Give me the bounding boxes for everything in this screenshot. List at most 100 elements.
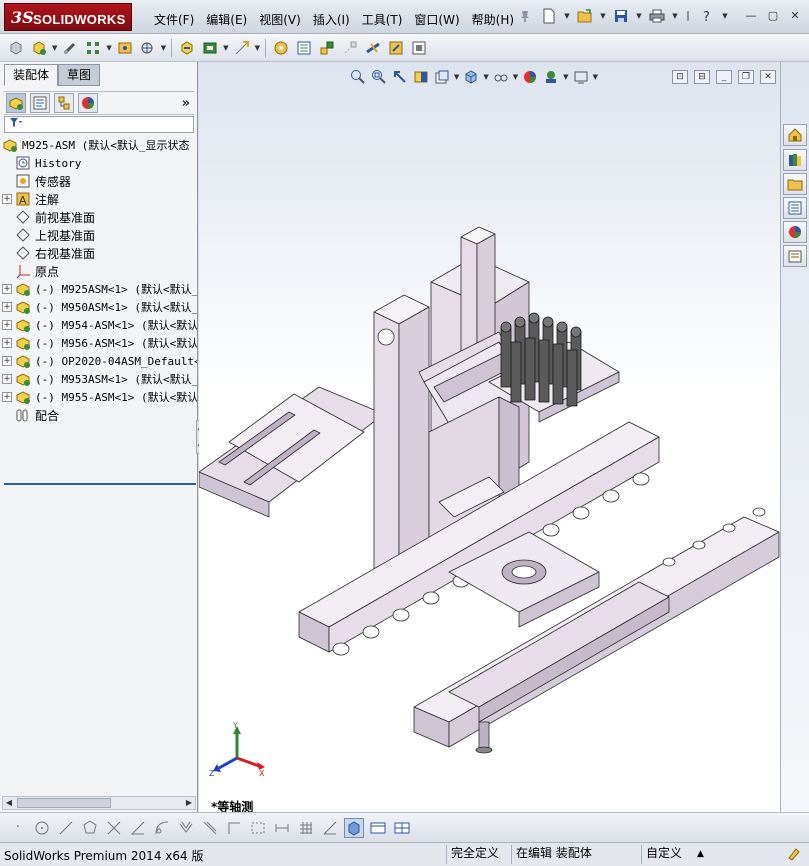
- corner-icon[interactable]: [224, 818, 244, 838]
- shaded-view-icon[interactable]: [344, 817, 364, 838]
- expand-icon[interactable]: +: [2, 356, 12, 366]
- menu-edit[interactable]: 编辑(E): [200, 9, 253, 30]
- feature-tree-filter[interactable]: [4, 116, 194, 133]
- menu-window[interactable]: 窗口(W): [408, 9, 465, 30]
- circle-icon[interactable]: [32, 818, 52, 838]
- restore-icon[interactable]: ▢: [765, 8, 781, 24]
- angle-relation-icon[interactable]: [320, 818, 340, 838]
- close-icon[interactable]: ✕: [787, 8, 803, 24]
- clearance-verification-icon[interactable]: [386, 38, 406, 58]
- view-orientation-dropdown-icon[interactable]: ▼: [454, 73, 459, 81]
- reference-dropdown-icon[interactable]: ▼: [255, 44, 260, 52]
- display-manager-tab-icon[interactable]: [78, 93, 98, 113]
- hide-show-dropdown-icon[interactable]: ▼: [513, 73, 518, 81]
- instant3d-icon[interactable]: [409, 38, 429, 58]
- tree-item[interactable]: 传感器: [2, 172, 197, 190]
- solidworks-logo[interactable]: 3S SOLIDWORKS: [4, 3, 132, 31]
- open-dropdown-icon[interactable]: ▼: [599, 12, 607, 20]
- exploded-view-icon[interactable]: [317, 38, 337, 58]
- point-icon[interactable]: ·: [8, 818, 28, 838]
- viewport-minimize-icon[interactable]: _: [716, 70, 732, 84]
- tree-item[interactable]: + (-) M953ASM<1> (默认<默认_: [2, 370, 197, 388]
- print-dropdown-icon[interactable]: ▼: [671, 12, 679, 20]
- tree-root-assembly[interactable]: M925-ASM (默认<默认_显示状态: [2, 136, 197, 154]
- expand-icon[interactable]: +: [2, 338, 12, 348]
- tree-item[interactable]: + (-) M954-ASM<1> (默认<默认: [2, 316, 197, 334]
- new-dropdown-icon[interactable]: ▼: [563, 12, 571, 20]
- viewport-close-icon[interactable]: ✕: [760, 70, 776, 84]
- open-icon[interactable]: [575, 6, 595, 26]
- scroll-thumb[interactable]: [17, 798, 111, 808]
- menu-tools[interactable]: 工具(T): [356, 9, 409, 30]
- expand-icon[interactable]: +: [2, 302, 12, 312]
- feature-manager-tab-icon[interactable]: [6, 93, 26, 113]
- component-dropdown-icon[interactable]: ▼: [52, 44, 57, 52]
- print-icon[interactable]: [647, 6, 667, 26]
- offset-icon[interactable]: [176, 818, 196, 838]
- tab-sketch[interactable]: 草图: [58, 64, 101, 86]
- options-icon[interactable]: [683, 6, 693, 26]
- menu-help[interactable]: 帮助(H): [466, 9, 520, 30]
- show-hidden-components-icon[interactable]: [177, 38, 197, 58]
- save-icon[interactable]: [611, 6, 631, 26]
- viewport-tile-icon[interactable]: ⊡: [672, 70, 688, 84]
- appearances-scenes-icon[interactable]: [783, 221, 807, 243]
- pin-icon[interactable]: [515, 6, 535, 26]
- new-motion-study-icon[interactable]: [271, 38, 291, 58]
- move-component-icon[interactable]: [138, 38, 158, 58]
- polygon-icon[interactable]: [80, 818, 100, 838]
- display-style-dropdown-icon[interactable]: ▼: [483, 73, 488, 81]
- edit-appearance-icon[interactable]: [521, 68, 539, 86]
- bill-of-materials-icon[interactable]: [294, 38, 314, 58]
- zoom-to-fit-icon[interactable]: [349, 68, 367, 86]
- zoom-to-area-icon[interactable]: [370, 68, 388, 86]
- menu-insert[interactable]: 插入(I): [307, 9, 356, 30]
- graphics-area[interactable]: ▼ ▼ ▼ ▼ ▼ ⊡ ⊟ _ ❐ ✕ Y X Z *等轴测: [199, 62, 780, 812]
- rectangle-icon[interactable]: [248, 818, 268, 838]
- configuration-manager-tab-icon[interactable]: [54, 93, 74, 113]
- new-document-icon[interactable]: [539, 6, 559, 26]
- view-settings-dropdown-icon[interactable]: ▼: [593, 73, 598, 81]
- smart-fasteners-icon[interactable]: [115, 38, 135, 58]
- save-dropdown-icon[interactable]: ▼: [635, 12, 643, 20]
- view-palette-icon[interactable]: [783, 197, 807, 219]
- interference-detection-icon[interactable]: [363, 38, 383, 58]
- expand-icon[interactable]: +: [2, 392, 12, 402]
- four-view-icon[interactable]: [392, 818, 412, 838]
- expand-icon[interactable]: +: [2, 374, 12, 384]
- file-explorer-icon[interactable]: [783, 173, 807, 195]
- property-manager-tab-icon[interactable]: [30, 93, 50, 113]
- mirror-icon[interactable]: [200, 818, 220, 838]
- tree-item[interactable]: + (-) M956-ASM<1> (默认<默认: [2, 334, 197, 352]
- expand-icon[interactable]: +: [2, 320, 12, 330]
- linear-pattern-icon[interactable]: [83, 38, 103, 58]
- filter-icon[interactable]: [9, 117, 23, 128]
- expand-icon[interactable]: +: [2, 194, 12, 204]
- minimize-icon[interactable]: —: [743, 8, 759, 24]
- tree-item[interactable]: + (-) M925ASM<1> (默认<默认_: [2, 280, 197, 298]
- explode-line-sketch-icon[interactable]: [340, 38, 360, 58]
- scroll-left-icon[interactable]: ◀: [3, 797, 15, 809]
- tree-horizontal-scrollbar[interactable]: ◀ ▶: [2, 796, 196, 810]
- scene-dropdown-icon[interactable]: ▼: [563, 73, 568, 81]
- units-up-arrow-icon[interactable]: ▲: [697, 849, 704, 859]
- expand-icon[interactable]: +: [2, 284, 12, 294]
- previous-view-icon[interactable]: [391, 68, 409, 86]
- apply-scene-icon[interactable]: [542, 68, 560, 86]
- tree-item[interactable]: 右视基准面: [2, 244, 197, 262]
- smart-dimension-icon[interactable]: [272, 818, 292, 838]
- solidworks-resources-icon[interactable]: [783, 124, 807, 146]
- new-part-icon[interactable]: [29, 38, 49, 58]
- assembly-features-icon[interactable]: [200, 38, 220, 58]
- viewport-split-icon[interactable]: ⊟: [694, 70, 710, 84]
- help-dropdown-icon[interactable]: ▼: [721, 12, 729, 20]
- move-dropdown-icon[interactable]: ▼: [161, 44, 166, 52]
- insert-component-icon[interactable]: [6, 38, 26, 58]
- scroll-right-icon[interactable]: ▶: [183, 797, 195, 809]
- tree-item[interactable]: + (-) M950ASM<1> (默认<默认_: [2, 298, 197, 316]
- single-view-icon[interactable]: [368, 818, 388, 838]
- tab-assembly[interactable]: 装配体: [4, 64, 59, 86]
- mate-icon[interactable]: [60, 38, 80, 58]
- trim-icon[interactable]: [104, 818, 124, 838]
- pattern-dropdown-icon[interactable]: ▼: [106, 44, 111, 52]
